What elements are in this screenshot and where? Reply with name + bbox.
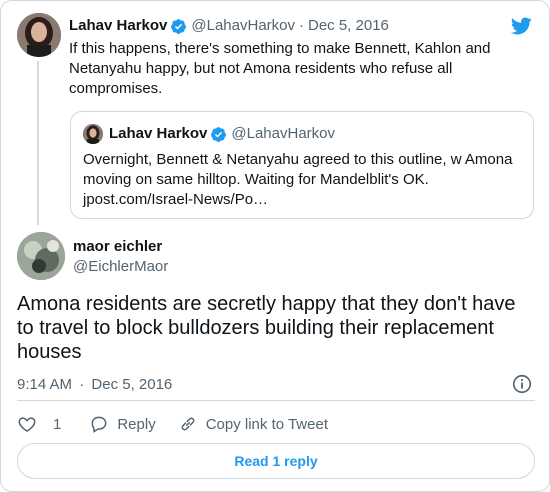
copy-link-button[interactable]: Copy link to Tweet	[178, 414, 328, 434]
info-icon[interactable]	[511, 373, 533, 395]
parent-tweet-header: Lahav Harkov @LahavHarkov · Dec 5, 2016	[69, 17, 389, 35]
author-handle[interactable]: @EichlerMaor	[73, 257, 168, 277]
author-name[interactable]: Lahav Harkov	[69, 17, 167, 35]
copy-link-label: Copy link to Tweet	[205, 415, 328, 433]
verified-badge-icon	[211, 126, 227, 142]
heart-icon	[18, 417, 36, 432]
tweet-time: 9:14 AM	[17, 376, 73, 393]
tweet-card: Lahav Harkov @LahavHarkov · Dec 5, 2016 …	[0, 0, 550, 492]
reply-label: Reply	[117, 415, 156, 433]
avatar[interactable]	[17, 13, 61, 57]
quoted-tweet-header: Lahav Harkov @LahavHarkov	[83, 124, 335, 144]
divider	[17, 400, 535, 401]
tweet-timestamp[interactable]: 9:14 AM · Dec 5, 2016	[17, 375, 172, 395]
author-name[interactable]: maor eichler	[73, 237, 162, 257]
quoted-author-handle: @LahavHarkov	[231, 125, 335, 142]
link-icon	[181, 417, 195, 431]
verified-badge-icon	[171, 18, 187, 34]
twitter-bird-icon[interactable]	[509, 15, 533, 37]
avatar[interactable]	[17, 232, 65, 280]
tweet-date: Dec 5, 2016	[91, 376, 173, 393]
separator-dot: ·	[299, 17, 304, 34]
thread-connector-line	[37, 61, 39, 225]
parent-tweet-text: If this happens, there's something to ma…	[69, 40, 491, 97]
like-count: 1	[53, 415, 62, 433]
quoted-tweet-link[interactable]: jpost.com/Israel-News/Po…	[83, 191, 268, 208]
quoted-tweet-body: Overnight, Bennett & Netanyahu agreed to…	[83, 151, 513, 188]
quoted-tweet-text: Overnight, Bennett & Netanyahu agreed to…	[83, 150, 523, 210]
author-handle[interactable]: @LahavHarkov	[191, 17, 295, 35]
avatar	[83, 124, 103, 144]
tweet-actions: 1 Reply Copy link to Tweet	[17, 413, 328, 435]
quoted-tweet[interactable]: Lahav Harkov @LahavHarkov Overnight, Ben…	[70, 111, 534, 219]
separator-dot: ·	[79, 376, 85, 393]
read-replies-button[interactable]: Read 1 reply	[17, 443, 535, 479]
reply-button[interactable]: Reply	[89, 414, 156, 434]
quoted-author-name: Lahav Harkov	[109, 125, 208, 142]
tweet-text: Amona residents are secretly happy that …	[17, 293, 516, 363]
speech-bubble-icon	[91, 416, 107, 433]
tweet-date[interactable]: Dec 5, 2016	[308, 17, 389, 35]
like-button[interactable]: 1	[17, 414, 61, 434]
